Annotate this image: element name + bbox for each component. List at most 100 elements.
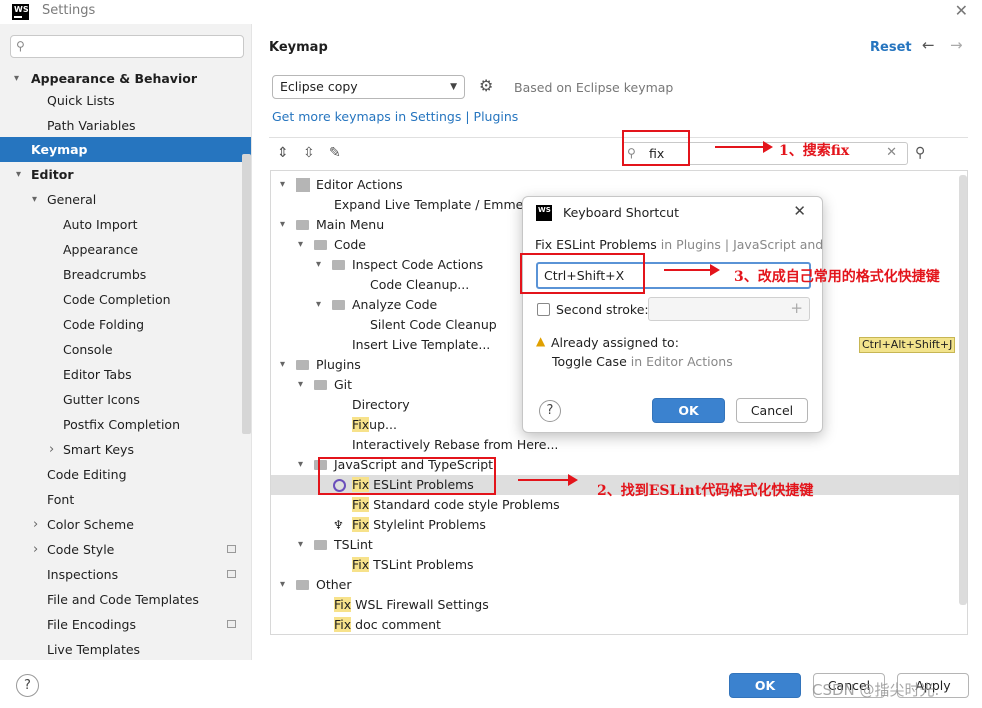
sidebar-item-breadcrumbs[interactable]: Breadcrumbs — [0, 262, 251, 287]
collapse-all-icon[interactable]: ⇳ — [303, 145, 315, 161]
expand-all-icon[interactable]: ⇕ — [277, 145, 289, 161]
sidebar-item-label: Breadcrumbs — [63, 267, 147, 282]
tree-row[interactable]: Fix doc comment — [271, 615, 967, 634]
tree-row-label: Other — [316, 577, 352, 592]
tree-row[interactable]: ▾ TSLint — [271, 535, 967, 555]
sidebar-item-label: Smart Keys — [63, 442, 134, 457]
folder-icon — [314, 380, 327, 390]
folder-icon — [296, 220, 309, 230]
sidebar-item-code-completion[interactable]: Code Completion — [0, 287, 251, 312]
annotation-box-shortcut — [520, 253, 645, 294]
chevron-down-icon: ▾ — [32, 194, 38, 205]
match-highlight: Fix — [352, 557, 370, 572]
chevron-down-icon: ▾ — [280, 219, 286, 230]
tree-row-label: up... — [369, 417, 397, 432]
sidebar-item-general[interactable]: ▾ General — [0, 187, 251, 212]
tree-row-label: Plugins — [316, 357, 361, 372]
sidebar-item-quick-lists[interactable]: Quick Lists — [0, 88, 251, 113]
search-icon: ⚲ — [16, 39, 25, 53]
tree-row[interactable]: Fix WSL Firewall Settings — [271, 595, 967, 615]
sidebar-item-code-style[interactable]: › Code Style — [0, 537, 251, 562]
chevron-right-icon: › — [33, 517, 39, 532]
help-icon[interactable]: ? — [16, 674, 39, 697]
conflict-action-context: in Editor Actions — [626, 354, 733, 369]
dialog-cancel-button[interactable]: Cancel — [736, 398, 808, 423]
dropdown-caret-icon: ▼ — [450, 82, 457, 92]
sidebar-item-keymap[interactable]: Keymap — [0, 137, 251, 162]
tree-row[interactable]: ▾ Other — [271, 575, 967, 595]
folder-icon — [296, 360, 309, 370]
sidebar-scrollbar[interactable] — [242, 154, 251, 434]
plus-icon: + — [790, 299, 803, 317]
dialog-action-name: Fix ESLint Problems in Plugins | JavaScr… — [535, 237, 823, 252]
already-assigned-label: Already assigned to: — [551, 335, 679, 350]
window-close-icon[interactable]: ✕ — [955, 1, 968, 20]
folder-icon — [332, 300, 345, 310]
watermark: CSDN @指尖时光. — [812, 681, 940, 699]
sidebar-item-path-variables[interactable]: Path Variables — [0, 113, 251, 138]
project-settings-icon — [227, 545, 236, 553]
match-highlight: Fix — [334, 597, 352, 612]
match-highlight: Fix — [334, 617, 352, 632]
sidebar-item-label: General — [47, 192, 97, 207]
action-name: Fix ESLint Problems — [535, 237, 657, 252]
sidebar-item-live-templates[interactable]: Live Templates — [0, 637, 251, 660]
sidebar-item-postfix-completion[interactable]: Postfix Completion — [0, 412, 251, 437]
sidebar-item-auto-import[interactable]: Auto Import — [0, 212, 251, 237]
stylelint-icon: ♆ — [333, 518, 344, 532]
dialog-close-icon[interactable]: ✕ — [793, 202, 806, 220]
tree-row-label: Main Menu — [316, 217, 385, 232]
sidebar-item-smart-keys[interactable]: › Smart Keys — [0, 437, 251, 462]
annotation-arrow-3 — [664, 264, 720, 276]
shortcut-badge: Ctrl+Alt+Shift+J — [859, 337, 956, 353]
sidebar-item-label: File and Code Templates — [47, 592, 199, 607]
forward-arrow-icon[interactable]: → — [950, 36, 963, 54]
conflict-action: Toggle Case in Editor Actions — [552, 354, 733, 369]
tree-row[interactable]: Fix TSLint Problems — [271, 555, 967, 575]
keymap-select-value: Eclipse copy — [280, 79, 358, 94]
sidebar-item-color-scheme[interactable]: › Color Scheme — [0, 512, 251, 537]
ok-button[interactable]: OK — [729, 673, 801, 698]
second-stroke-input[interactable]: + — [648, 297, 810, 321]
divider — [269, 137, 968, 138]
sidebar-item-editor[interactable]: ▾ Editor — [0, 162, 251, 187]
sidebar-item-console[interactable]: Console — [0, 337, 251, 362]
sidebar-item-code-editing[interactable]: Code Editing — [0, 462, 251, 487]
sidebar-item-editor-tabs[interactable]: Editor Tabs — [0, 362, 251, 387]
project-settings-icon — [227, 620, 236, 628]
sidebar-item-inspections[interactable]: Inspections — [0, 562, 251, 587]
folder-icon — [314, 540, 327, 550]
sidebar-item-label: Keymap — [31, 142, 88, 157]
settings-search-input[interactable]: ⚲ — [10, 35, 244, 58]
second-stroke-checkbox[interactable] — [537, 303, 550, 316]
sidebar-item-file-encodings[interactable]: File Encodings — [0, 612, 251, 637]
action-context: in Plugins | JavaScript and TypeScript — [660, 237, 823, 252]
clear-icon[interactable]: ✕ — [886, 145, 897, 160]
sidebar-item-file-code-templates[interactable]: File and Code Templates — [0, 587, 251, 612]
conflict-action-name: Toggle Case — [552, 354, 627, 369]
keymap-select[interactable]: Eclipse copy ▼ — [272, 75, 465, 99]
sidebar-item-label: Color Scheme — [47, 517, 134, 532]
reset-button[interactable]: Reset — [870, 40, 912, 55]
sidebar-item-font[interactable]: Font — [0, 487, 251, 512]
sidebar-item-appearance[interactable]: Appearance — [0, 237, 251, 262]
plugins-link[interactable]: Get more keymaps in Settings | Plugins — [272, 109, 518, 124]
tree-scrollbar[interactable] — [959, 175, 967, 605]
dialog-ok-button[interactable]: OK — [652, 398, 725, 423]
find-shortcut-icon[interactable]: ⚲ — [915, 145, 925, 161]
annotation-arrow-1 — [715, 141, 773, 153]
tree-row-label: Editor Actions — [316, 177, 403, 192]
sidebar-item-code-folding[interactable]: Code Folding — [0, 312, 251, 337]
warning-icon: ▲ — [536, 334, 546, 348]
sidebar-item-gutter-icons[interactable]: Gutter Icons — [0, 387, 251, 412]
second-stroke-label: Second stroke: — [556, 302, 649, 317]
back-arrow-icon[interactable]: ← — [922, 36, 935, 54]
gear-icon[interactable]: ⚙ — [479, 76, 493, 95]
dialog-help-icon[interactable]: ? — [539, 400, 561, 422]
sidebar-item-label: Code Completion — [63, 292, 171, 307]
tree-row[interactable]: ▾ Editor Actions — [271, 175, 967, 195]
tree-row[interactable]: Interactively Rebase from Here... — [271, 435, 967, 455]
sidebar-item-label: Code Editing — [47, 467, 127, 482]
edit-pencil-icon[interactable]: ✎ — [329, 145, 341, 161]
tree-row[interactable]: ♆ Fix Stylelint Problems — [271, 515, 967, 535]
